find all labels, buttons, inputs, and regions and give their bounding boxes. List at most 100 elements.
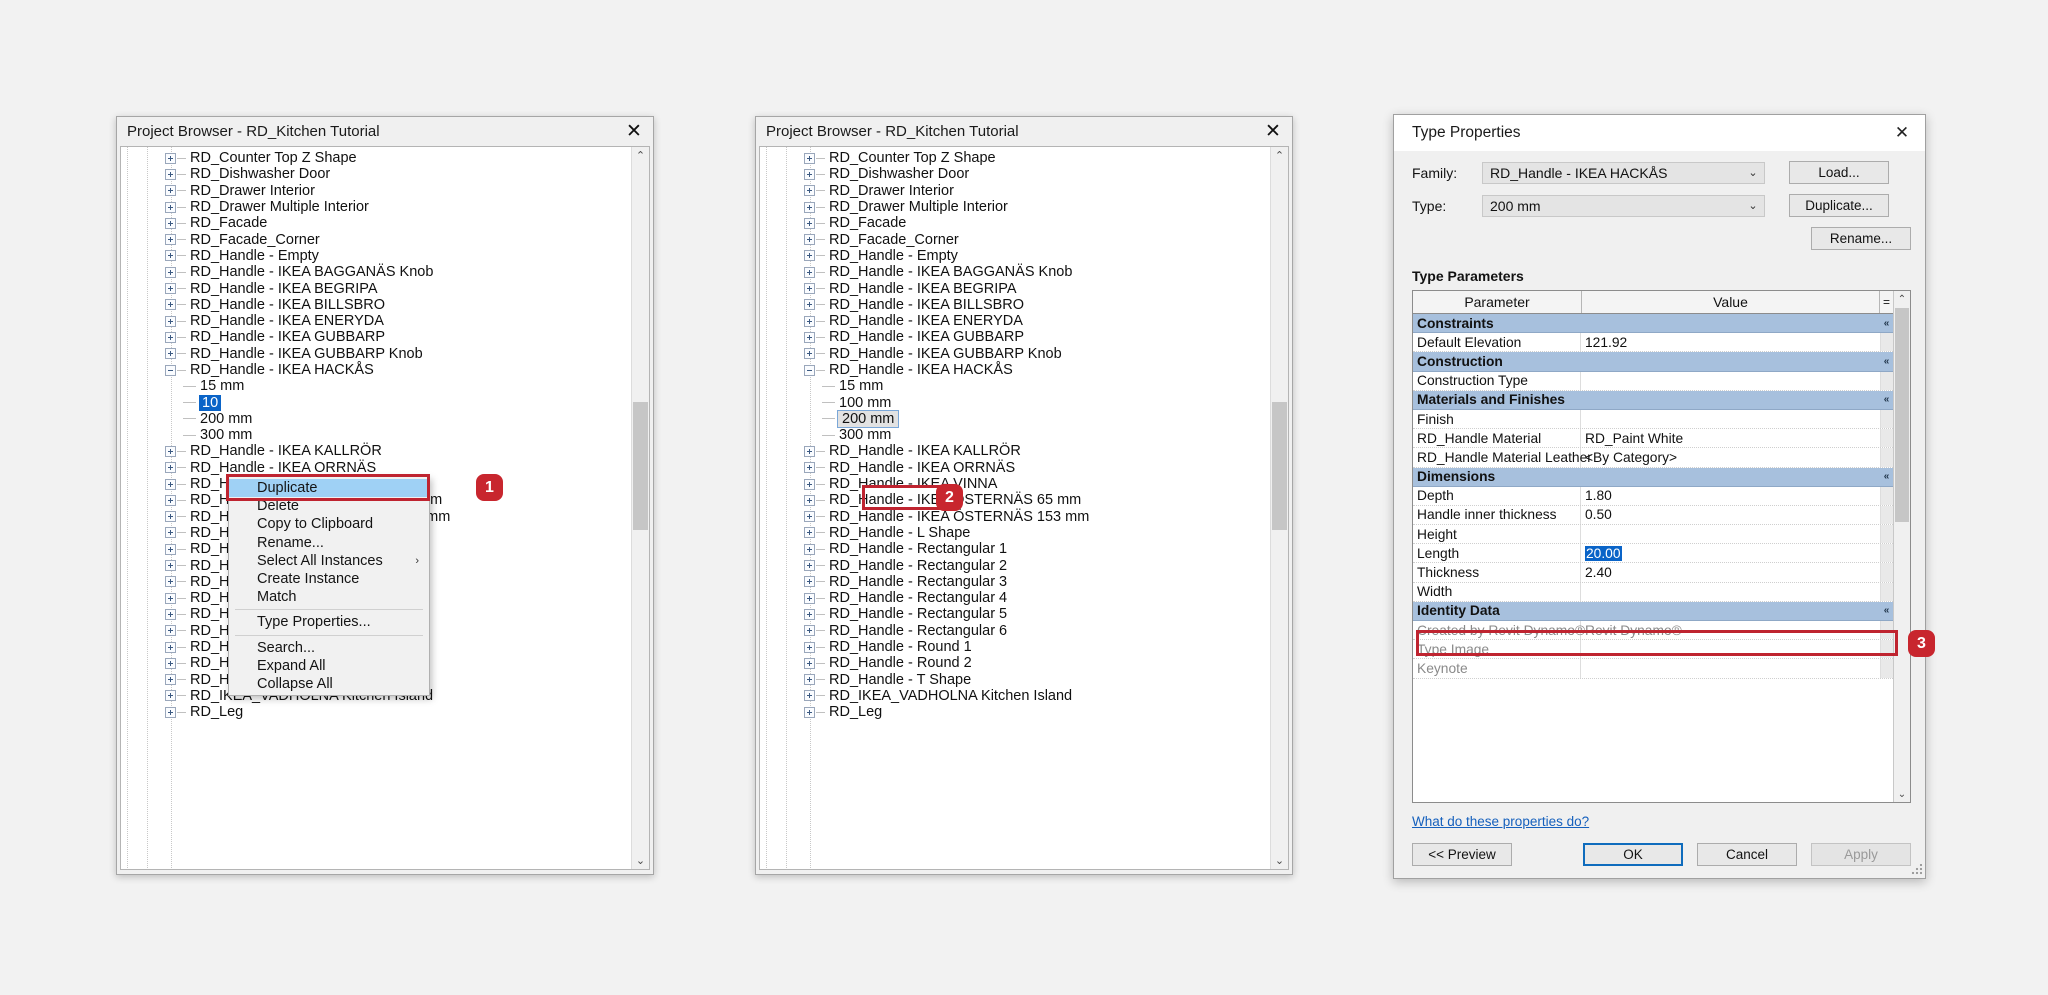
expand-plus-icon[interactable] (804, 478, 815, 490)
tree-item[interactable]: RD_Handle - Rectangular 4 (760, 590, 1270, 606)
tree-item[interactable]: RD_Handle - IKEA GUBBARP (121, 329, 631, 345)
expand-plus-icon[interactable] (804, 168, 815, 180)
context-menu-item[interactable]: Match (229, 588, 429, 606)
tree-item[interactable]: RD_Handle - IKEA ENERYDA (760, 313, 1270, 329)
expand-plus-icon[interactable] (804, 283, 815, 295)
parameter-group-header[interactable]: Constraints « (1413, 314, 1893, 334)
family-select[interactable]: RD_Handle - IKEA HACKÅS ⌄ (1482, 161, 1765, 184)
help-link[interactable]: What do these properties do? (1412, 814, 1911, 829)
expand-plus-icon[interactable] (165, 315, 176, 327)
column-header-parameter[interactable]: Parameter (1413, 291, 1582, 313)
parameter-value[interactable]: 2.40 (1581, 563, 1880, 581)
tree-item[interactable]: RD_Handle - Empty (121, 248, 631, 264)
parameter-lock-cell[interactable] (1880, 525, 1893, 544)
parameter-row[interactable]: RD_Handle Material RD_Paint White (1413, 429, 1893, 449)
group-collapse-icon[interactable]: « (1880, 468, 1893, 486)
parameter-value[interactable]: RD_Paint White (1581, 429, 1880, 447)
tree-item[interactable]: RD_Handle - IKEA GUBBARP (760, 329, 1270, 345)
parameter-value[interactable] (1581, 525, 1880, 543)
expand-plus-icon[interactable] (165, 445, 176, 457)
collapse-minus-icon[interactable] (804, 364, 815, 376)
expand-plus-icon[interactable] (165, 494, 176, 506)
parameter-lock-cell[interactable] (1880, 582, 1893, 601)
parameter-value[interactable]: <By Category> (1581, 448, 1880, 466)
tree-type-item[interactable]: 100 mm (760, 394, 1270, 411)
expand-plus-icon[interactable] (804, 152, 815, 164)
expand-plus-icon[interactable] (165, 234, 176, 246)
expand-plus-icon[interactable] (165, 706, 176, 718)
parameter-value[interactable]: 0.50 (1581, 506, 1880, 524)
scrollbar-thumb[interactable] (1895, 308, 1909, 522)
parameter-lock-cell[interactable] (1880, 563, 1893, 582)
scroll-up-arrow[interactable]: ⌃ (1271, 147, 1288, 164)
tree-item[interactable]: RD_Handle - Empty (760, 248, 1270, 264)
tree-item[interactable]: RD_Handle - IKEA ORRNÄS (760, 460, 1270, 476)
parameter-lock-cell[interactable] (1880, 371, 1893, 390)
expand-plus-icon[interactable] (804, 674, 815, 686)
tree-item[interactable]: RD_Handle - Rectangular 1 (760, 541, 1270, 557)
tree-item[interactable]: RD_Handle - Rectangular 3 (760, 574, 1270, 590)
parameter-row[interactable]: Width (1413, 582, 1893, 602)
chevron-down-icon[interactable]: ⌄ (1742, 166, 1764, 179)
tree-item[interactable]: RD_Handle - IKEA BILLSBRO (121, 297, 631, 313)
rename-button[interactable]: Rename... (1811, 227, 1911, 250)
tree-item[interactable]: RD_Handle - Rectangular 2 (760, 557, 1270, 574)
parameter-lock-cell[interactable] (1880, 486, 1893, 505)
expand-plus-icon[interactable] (804, 348, 815, 360)
parameter-value[interactable] (1581, 659, 1880, 677)
tree-item[interactable]: RD_Handle - IKEA ENERYDA (121, 313, 631, 329)
parameter-row[interactable]: Default Elevation 121.92 (1413, 333, 1893, 353)
expand-plus-icon[interactable] (165, 592, 176, 604)
tree-item[interactable]: RD_Facade (760, 215, 1270, 231)
expand-plus-icon[interactable] (804, 462, 815, 474)
tree-item[interactable]: RD_Handle - IKEA BAGGANÄS Knob (121, 264, 631, 280)
tree-item[interactable]: RD_Handle - IKEA GUBBARP Knob (121, 346, 631, 362)
parameter-group-header[interactable]: Dimensions « (1413, 467, 1893, 487)
tree-type-item[interactable]: 200 mm (121, 411, 631, 427)
ok-button[interactable]: OK (1583, 843, 1683, 866)
expand-plus-icon[interactable] (804, 185, 815, 197)
parameter-group-header[interactable]: Identity Data « (1413, 601, 1893, 621)
parameter-value-editing[interactable]: 20.00 (1585, 545, 1622, 561)
context-menu-item[interactable]: Expand All (229, 657, 429, 675)
scroll-up-arrow[interactable]: ⌃ (1894, 291, 1910, 307)
window-titlebar[interactable]: Project Browser - RD_Kitchen Tutorial ✕ (117, 117, 653, 146)
group-collapse-icon[interactable]: « (1880, 352, 1893, 370)
tree-item[interactable]: RD_Counter Top Z Shape (121, 150, 631, 166)
tree-item[interactable]: RD_Handle - IKEA ÖSTERNÄS 153 mm (760, 509, 1270, 525)
group-collapse-icon[interactable]: « (1880, 314, 1893, 332)
scroll-up-arrow[interactable]: ⌃ (632, 147, 649, 164)
expand-plus-icon[interactable] (804, 331, 815, 343)
tree-item[interactable]: RD_Drawer Multiple Interior (121, 199, 631, 215)
expand-plus-icon[interactable] (804, 511, 815, 523)
tree-type-item[interactable]: 10 (121, 394, 631, 411)
type-properties-dialog[interactable]: Type Properties ✕ Family: RD_Handle - IK… (1393, 114, 1926, 879)
tree-item[interactable]: RD_Handle - Round 1 (760, 639, 1270, 655)
tree-item[interactable]: RD_Handle - IKEA GUBBARP Knob (760, 346, 1270, 362)
group-collapse-icon[interactable]: « (1880, 391, 1893, 409)
parameter-row[interactable]: Handle inner thickness 0.50 (1413, 505, 1893, 526)
context-menu-item[interactable]: Select All Instances › (229, 552, 429, 570)
expand-plus-icon[interactable] (804, 560, 815, 572)
tree-item[interactable]: RD_Facade_Corner (760, 231, 1270, 248)
parameter-value[interactable] (1581, 372, 1880, 390)
expand-plus-icon[interactable] (165, 201, 176, 213)
parameter-row[interactable]: Keynote (1413, 659, 1893, 679)
context-menu-item[interactable]: Create Instance (229, 570, 429, 588)
dialog-titlebar[interactable]: Type Properties ✕ (1394, 115, 1925, 151)
close-icon[interactable]: ✕ (621, 121, 647, 143)
context-menu-item[interactable]: Search... (229, 639, 429, 657)
tree-item[interactable]: RD_Drawer Interior (760, 183, 1270, 199)
tree-item[interactable]: RD_Handle - IKEA ÖSTERNÄS 65 mm (760, 492, 1270, 508)
tree-scroll-area[interactable]: RD_Counter Top Z Shape RD_Dishwasher Door… (760, 147, 1270, 869)
expand-plus-icon[interactable] (804, 641, 815, 653)
expand-plus-icon[interactable] (165, 299, 176, 311)
expand-plus-icon[interactable] (804, 527, 815, 539)
expand-plus-icon[interactable] (804, 657, 815, 669)
load-button[interactable]: Load... (1789, 161, 1889, 184)
expand-plus-icon[interactable] (804, 201, 815, 213)
expand-plus-icon[interactable] (804, 234, 815, 246)
vertical-scrollbar[interactable]: ⌃ ⌄ (1270, 147, 1288, 869)
project-browser-window-2[interactable]: Project Browser - RD_Kitchen Tutorial ✕ … (755, 116, 1293, 875)
parameter-row[interactable]: Length 20.00 (1413, 544, 1893, 564)
